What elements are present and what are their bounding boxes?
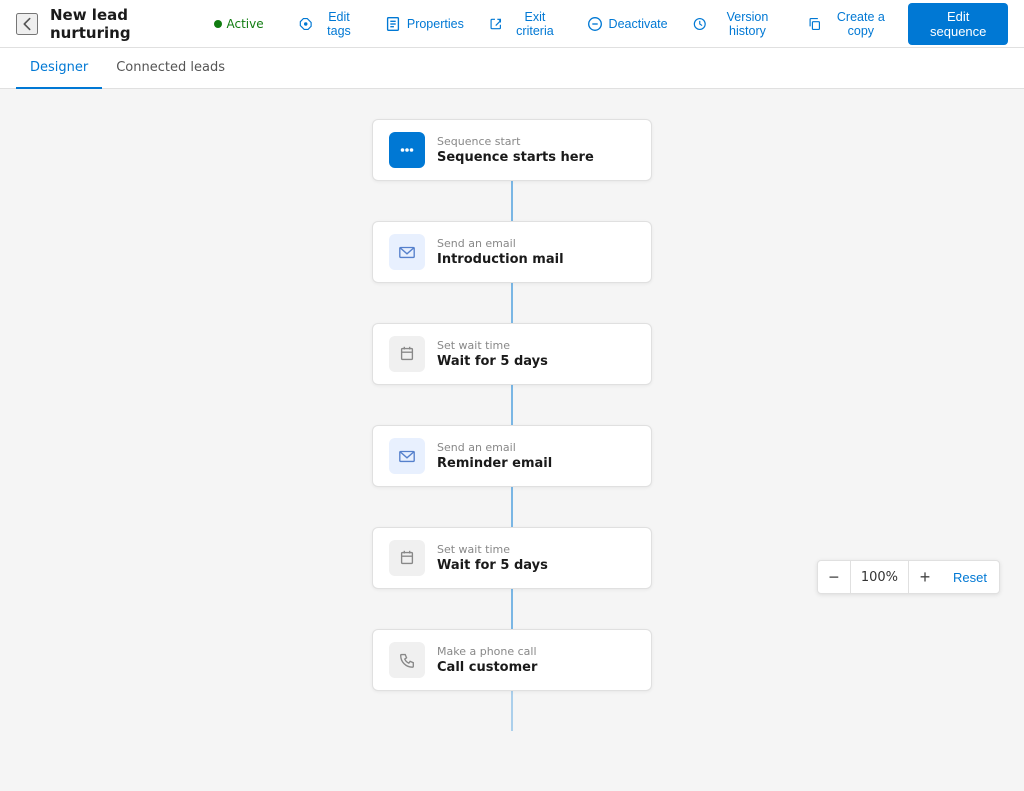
header-actions: Edit tags Properties Exit criteria Deact…: [288, 3, 1008, 45]
tabs: Designer Connected leads: [0, 48, 1024, 89]
node-sequence-start[interactable]: Sequence start Sequence starts here: [372, 119, 652, 181]
sequence-start-icon: [389, 132, 425, 168]
edit-tags-button[interactable]: Edit tags: [288, 5, 370, 43]
node-5-title: Call customer: [437, 660, 537, 675]
connector-3: [511, 487, 513, 527]
exit-criteria-button[interactable]: Exit criteria: [478, 5, 572, 43]
zoom-in-button[interactable]: +: [909, 561, 941, 593]
email-2-icon: [389, 438, 425, 474]
node-container: Sequence start Sequence starts here Send…: [0, 119, 1024, 731]
zoom-value: 100%: [850, 561, 909, 593]
wait-2-icon: [389, 540, 425, 576]
connector-4: [511, 589, 513, 629]
status-label: Active: [227, 17, 264, 31]
node-send-email-2[interactable]: Send an email Reminder email: [372, 425, 652, 487]
connector-0: [511, 181, 513, 221]
node-wait-2[interactable]: Set wait time Wait for 5 days: [372, 527, 652, 589]
node-3-label: Send an email: [437, 441, 552, 454]
phone-icon: [389, 642, 425, 678]
zoom-controls: − 100% + Reset: [817, 560, 1000, 594]
tab-designer[interactable]: Designer: [16, 48, 102, 89]
email-1-icon: [389, 234, 425, 270]
canvas: Sequence start Sequence starts here Send…: [0, 89, 1024, 791]
node-wait-1[interactable]: Set wait time Wait for 5 days: [372, 323, 652, 385]
node-0-title: Sequence starts here: [437, 150, 594, 165]
create-copy-button[interactable]: Create a copy: [797, 5, 905, 43]
page-title: New lead nurturing: [50, 6, 202, 42]
connector-5: [511, 691, 513, 731]
zoom-reset-button[interactable]: Reset: [941, 561, 999, 593]
connector-2: [511, 385, 513, 425]
node-2-label: Set wait time: [437, 339, 548, 352]
node-2-title: Wait for 5 days: [437, 354, 548, 369]
tab-connected-leads[interactable]: Connected leads: [102, 48, 239, 89]
node-send-email-1[interactable]: Send an email Introduction mail: [372, 221, 652, 283]
back-button[interactable]: [16, 13, 38, 35]
status-dot: [214, 20, 222, 28]
wait-1-icon: [389, 336, 425, 372]
deactivate-button[interactable]: Deactivate: [576, 10, 678, 38]
header: New lead nurturing Active Edit tags Prop…: [0, 0, 1024, 48]
node-3-title: Reminder email: [437, 456, 552, 471]
node-1-label: Send an email: [437, 237, 564, 250]
node-phone-call[interactable]: Make a phone call Call customer: [372, 629, 652, 691]
node-0-label: Sequence start: [437, 135, 594, 148]
version-history-button[interactable]: Version history: [682, 5, 793, 43]
node-4-label: Set wait time: [437, 543, 548, 556]
node-5-label: Make a phone call: [437, 645, 537, 658]
node-1-title: Introduction mail: [437, 252, 564, 267]
zoom-out-button[interactable]: −: [818, 561, 850, 593]
node-4-title: Wait for 5 days: [437, 558, 548, 573]
properties-button[interactable]: Properties: [374, 10, 474, 38]
connector-1: [511, 283, 513, 323]
edit-sequence-button[interactable]: Edit sequence: [908, 3, 1008, 45]
status-badge: Active: [214, 17, 264, 31]
